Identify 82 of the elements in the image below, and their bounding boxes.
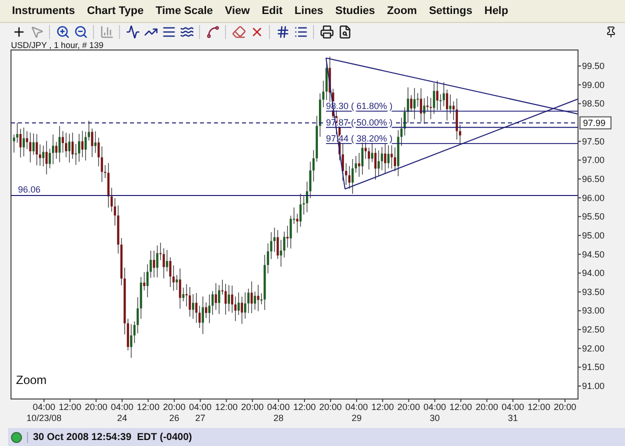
x-axis-time: 04:00 [423, 402, 446, 412]
print-preview-icon [338, 24, 352, 39]
x-axis-time: 12:00 [215, 402, 238, 412]
x-axis-time: 12:00 [371, 402, 394, 412]
x-axis-time: 20:00 [84, 402, 108, 412]
y-axis-label: 93.00 [582, 306, 605, 316]
menu-item[interactable]: Zoom [383, 4, 425, 17]
current-price-tag: 97.99 [580, 116, 612, 130]
zoom-out-button[interactable] [72, 23, 89, 40]
eraser-button[interactable] [230, 23, 247, 40]
support-value: 96.06 [18, 184, 41, 195]
menu-item[interactable]: Instruments [8, 4, 83, 17]
lines-icon [162, 24, 176, 39]
x-axis-time: 12:00 [58, 402, 82, 412]
x-axis-time: 12:00 [450, 402, 472, 412]
zigzag-icon [126, 24, 140, 39]
curve-button[interactable] [204, 23, 221, 40]
y-axis-label: 97.50 [582, 136, 605, 147]
x-axis-time: 20:00 [241, 402, 264, 412]
y-axis-label: 98.50 [582, 98, 605, 109]
menu-item[interactable]: Settings [424, 4, 480, 17]
y-axis-label: 94.00 [582, 268, 605, 278]
instrument-label: USD/JPY , 1 hour, # 139 [11, 41, 104, 50]
curve-icon [206, 24, 220, 39]
printer-icon [320, 24, 334, 39]
x-axis-date: 30 [430, 413, 440, 424]
menu-item[interactable]: Help [480, 4, 516, 17]
menu-item[interactable]: View [220, 4, 258, 17]
x-axis-date: 10/23/08 [26, 413, 62, 424]
zigzag-button[interactable] [124, 23, 141, 40]
list-icon [294, 24, 308, 39]
pin-icon [605, 26, 617, 38]
y-axis-label: 91.00 [582, 381, 605, 392]
x-axis-time: 20:00 [162, 402, 186, 412]
x-axis-time: 20:00 [397, 402, 420, 412]
y-axis-label: 99.00 [582, 80, 605, 90]
printer-button[interactable] [318, 23, 335, 40]
x-axis-time: 04:00 [502, 402, 524, 412]
menu-item[interactable]: Edit [258, 4, 291, 17]
x-axis-date: 29 [352, 413, 362, 424]
eraser-icon [232, 24, 246, 39]
y-axis-label: 93.50 [582, 287, 605, 298]
y-axis-label: 94.50 [582, 250, 605, 260]
x-axis-date: 31 [508, 413, 518, 424]
wave-icon [180, 24, 194, 39]
x-axis-time: 12:00 [293, 402, 316, 412]
zoom-label: Zoom [16, 373, 47, 388]
menu-item[interactable]: Time Scale [152, 4, 221, 17]
zoom-out-icon [74, 24, 88, 39]
x-axis-time: 20:00 [476, 402, 498, 412]
x-axis-time: 04:00 [32, 402, 56, 412]
grid-icon [276, 24, 290, 39]
y-axis-label: 96.50 [582, 174, 605, 184]
y-axis-label: 95.50 [582, 212, 605, 222]
crosshair-icon [12, 24, 26, 39]
x-axis-date: 27 [195, 413, 206, 424]
bar-chart-icon [100, 24, 114, 39]
x-axis-time: 04:00 [345, 402, 368, 412]
x-axis-time: 12:00 [528, 402, 550, 412]
x-axis-date: 28 [273, 413, 284, 424]
x-axis-time: 20:00 [319, 402, 342, 412]
status-text: 30 Oct 2008 12:54:39 EDT (-0400) [27, 432, 192, 443]
y-axis-label: 95.00 [582, 230, 605, 241]
x-axis-date: 26 [169, 413, 180, 424]
y-axis-label: 92.50 [582, 324, 605, 335]
menu-item[interactable]: Lines [290, 4, 332, 17]
y-axis-label: 91.50 [582, 362, 605, 372]
menu-item[interactable]: Studies [331, 4, 384, 17]
y-axis-label: 97.00 [582, 155, 605, 166]
zoom-in-icon [56, 24, 70, 39]
x-axis-date: 24 [117, 413, 128, 424]
x-axis-time: 04:00 [110, 402, 134, 412]
menu-item[interactable]: Chart Type [82, 4, 152, 17]
x-axis-time: 20:00 [554, 402, 576, 412]
y-axis-label: 92.00 [582, 344, 605, 354]
x-axis-time: 04:00 [267, 402, 290, 412]
x-axis-time: 04:00 [189, 402, 212, 412]
zoom-in-button[interactable] [54, 23, 71, 40]
x-axis-time: 12:00 [136, 402, 160, 412]
pointer-icon [30, 24, 44, 39]
y-axis-label: 99.50 [582, 61, 605, 72]
y-axis-label: 96.00 [582, 193, 605, 204]
